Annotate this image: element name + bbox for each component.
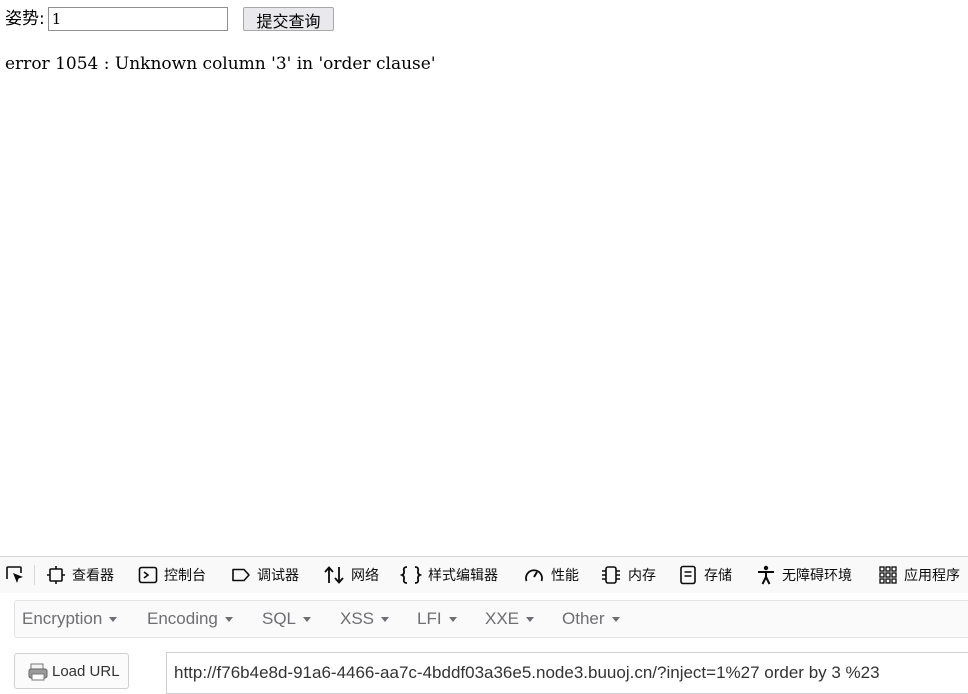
tab-label: 内存 [628,568,656,584]
tab-memory[interactable]: 内存 [600,557,656,593]
tab-performance[interactable]: 性能 [523,557,579,593]
load-url-icon [28,663,48,681]
menu-sql[interactable]: SQL [262,601,312,637]
caret-down-icon [303,616,312,622]
caret-down-icon [526,616,535,622]
tab-label: 查看器 [72,568,114,584]
menu-xss[interactable]: XSS [340,601,390,637]
load-url-button[interactable]: Load URL [14,653,129,689]
menu-other[interactable]: Other [562,601,620,637]
menu-label: Encryption [22,609,103,628]
caret-down-icon [224,616,233,622]
query-form: 姿势: [5,6,228,32]
menu-label: Other [562,609,605,628]
debugger-icon [232,568,250,582]
element-picker-button[interactable] [4,557,26,593]
tab-label: 控制台 [164,568,206,584]
application-icon [879,566,897,584]
storage-icon [680,565,696,585]
tab-label: 应用程序 [904,568,960,584]
menu-encryption[interactable]: Encryption [22,601,118,637]
tab-label: 性能 [551,568,579,584]
devtools-toolbar: 查看器 控制台 调试器 网络 样式编辑器 性能 内存 存储 无障碍环境 应用程序 [0,556,968,593]
caret-down-icon [448,616,457,622]
caret-down-icon [611,616,620,622]
style-editor-icon [400,566,422,584]
menu-label: XXE [485,609,520,628]
tab-storage[interactable]: 存储 [678,557,732,593]
tab-network[interactable]: 网络 [323,557,379,593]
performance-icon [525,569,543,582]
tab-label: 无障碍环境 [782,568,852,584]
network-icon [324,566,344,584]
error-message: error 1054 : Unknown column '3' in 'orde… [5,54,436,74]
inspector-icon [47,566,65,584]
menu-encoding[interactable]: Encoding [147,601,233,637]
tab-label: 存储 [704,568,732,584]
element-picker-icon [6,566,23,583]
menu-label: Encoding [147,609,218,628]
tab-label: 调试器 [257,568,299,584]
menu-label: LFI [417,609,442,628]
url-textarea[interactable]: http://f76b4e8d-91a6-4466-aa7c-4bddf03a3… [166,652,968,694]
tab-console[interactable]: 控制台 [138,557,206,593]
menu-label: XSS [340,609,375,628]
accessibility-icon [758,565,774,585]
caret-down-icon [109,616,118,622]
toolbar-divider [34,565,35,585]
tab-label: 网络 [351,568,379,584]
tab-label: 样式编辑器 [428,568,498,584]
tab-application[interactable]: 应用程序 [878,557,960,593]
inject-label: 姿势: [5,9,45,29]
tab-accessibility[interactable]: 无障碍环境 [756,557,852,593]
caret-down-icon [381,616,390,622]
submit-query-button[interactable]: 提交查询 [243,7,334,31]
tab-style-editor[interactable]: 样式编辑器 [400,557,498,593]
menu-xxe[interactable]: XXE [485,601,535,637]
memory-icon [602,566,620,584]
menu-label: SQL [262,609,297,628]
hackbar-menu: Encryption Encoding SQL XSS LFI XXE Othe… [14,600,968,638]
menu-lfi[interactable]: LFI [417,601,457,637]
load-url-label: Load URL [52,662,120,680]
console-icon [138,566,158,584]
inject-input[interactable] [47,7,228,31]
tab-debugger[interactable]: 调试器 [231,557,299,593]
tab-inspector[interactable]: 查看器 [46,557,114,593]
